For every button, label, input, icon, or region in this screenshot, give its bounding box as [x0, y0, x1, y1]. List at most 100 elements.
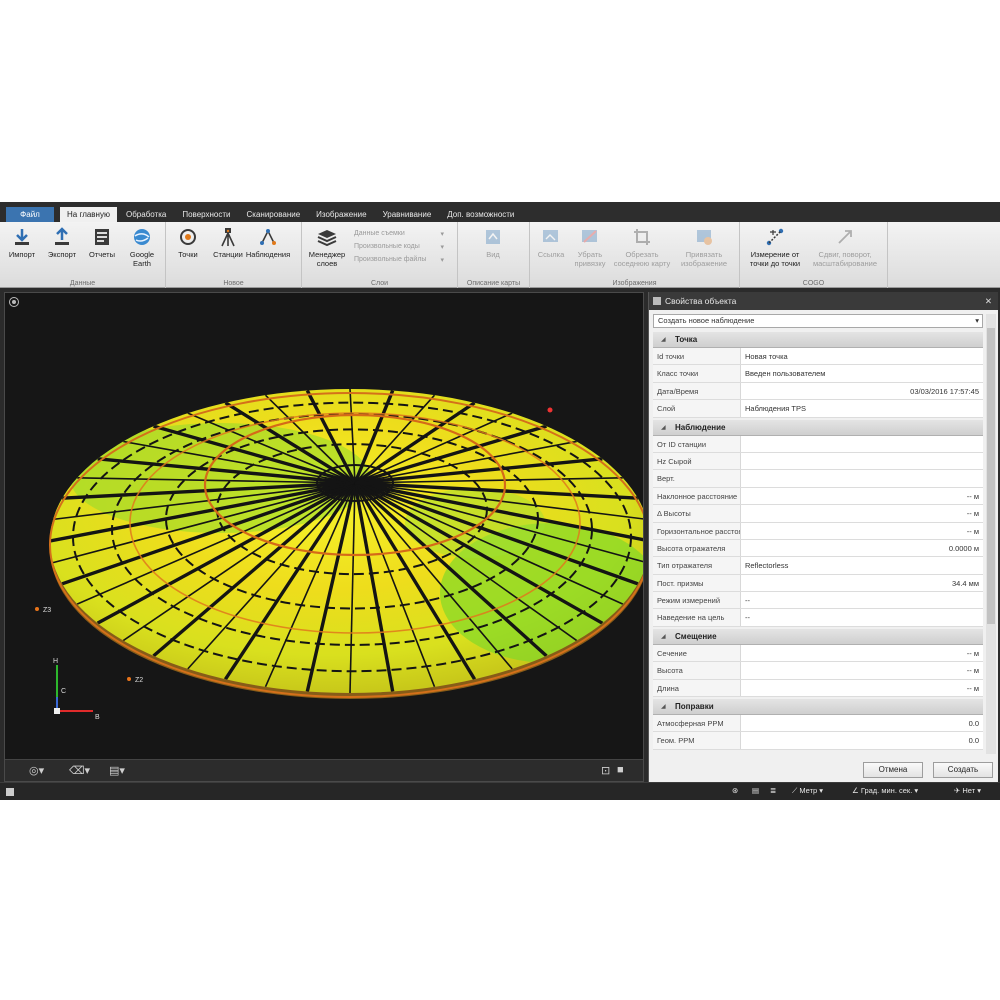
ribbon-group-new: Точки Станции Наблюдения Новое	[166, 222, 302, 288]
viewport-maximize-icon[interactable]: ■	[617, 764, 624, 776]
points-button[interactable]: Точки	[168, 224, 208, 288]
point-to-point-button[interactable]: Измерение от точки до точки	[742, 224, 808, 288]
export-button[interactable]: Экспорт	[42, 224, 82, 288]
camera-mode-icon[interactable]: ◎▾	[29, 764, 44, 777]
layer-filter-custom-files[interactable]: Произвольные файлы ▾	[354, 253, 444, 266]
eraser-icon[interactable]: ⌫▾	[69, 764, 90, 777]
property-value-field[interactable]: -- м	[741, 679, 983, 697]
ribbon-group-cogo: Измерение от точки до точки Сдвиг, повор…	[740, 222, 888, 288]
panel-scrollbar[interactable]	[986, 314, 996, 754]
axis-h-label: H	[53, 658, 58, 665]
property-value-field[interactable]: 0.0000 м	[741, 539, 983, 557]
layer-filter-custom-codes[interactable]: Произвольные коды ▾	[354, 240, 444, 253]
link-image-icon	[540, 226, 562, 248]
tab-scanning[interactable]: Сканирование	[240, 207, 308, 222]
property-value-field[interactable]	[741, 435, 983, 452]
create-button[interactable]: Создать	[933, 762, 993, 778]
report-icon	[91, 226, 113, 248]
property-label: Высота	[653, 662, 741, 679]
property-label: Сечение	[653, 644, 741, 662]
point-rows: Id точки Новая точка Класс точки Введен пол…	[653, 348, 983, 418]
property-value: Введен пользователем	[745, 369, 826, 379]
3d-viewport[interactable]: Z3 Z2 H C B ◎▾ ⌫▾ ▤▾ ⊡ ■	[4, 292, 644, 782]
property-value-field[interactable]: Reflectorless	[741, 557, 983, 574]
section-point[interactable]: Точка	[653, 332, 983, 348]
layers-status-icon[interactable]: ≣	[770, 786, 776, 795]
ribbon-group-data: Импорт Экспорт Отчеты Google Earth Данны…	[0, 222, 166, 288]
point-cloud-dome: Z3 Z2 H C B	[35, 389, 643, 721]
property-value-field[interactable]: -- м	[741, 505, 983, 522]
axis-triad: H C B	[53, 658, 100, 721]
tab-surfaces[interactable]: Поверхности	[175, 207, 237, 222]
property-row: Длина -- м	[653, 679, 983, 698]
property-value: Reflectorless	[745, 561, 789, 571]
layer-filter-list: Данные съемки ▾ Произвольные коды ▾ Произв…	[350, 224, 448, 288]
menu-bar: Файл На главную Обработка Поверхности Ск…	[0, 202, 1000, 222]
property-value-field[interactable]: 03/03/2016 17:57:45	[741, 382, 983, 400]
property-label: Тип отражателя	[653, 557, 741, 574]
property-value-field[interactable]: -- м	[741, 644, 983, 662]
property-value-field[interactable]: --	[741, 609, 983, 626]
google-earth-button[interactable]: Google Earth	[122, 224, 162, 288]
view-button[interactable]: Вид	[460, 224, 526, 288]
link-button[interactable]: Ссылка	[532, 224, 570, 288]
property-label: Дата/Время	[653, 382, 741, 400]
section-offset[interactable]: Смещение	[653, 628, 983, 645]
property-value-field[interactable]: 34.4 мм	[741, 574, 983, 592]
tab-extras[interactable]: Доп. возможности	[440, 207, 521, 222]
panel-title-bar: Свойства объекта ✕	[649, 292, 998, 310]
fit-view-icon[interactable]: ⊡	[601, 764, 610, 777]
attach-image-button[interactable]: Привязать изображение	[674, 224, 734, 288]
tab-image[interactable]: Изображение	[309, 207, 373, 222]
observation-type-select[interactable]: Создать новое наблюдение ▾	[653, 314, 983, 328]
property-value-right: 03/03/2016 17:57:45	[910, 386, 979, 396]
file-menu[interactable]: Файл	[6, 207, 54, 222]
property-value-field[interactable]: Наблюдения TPS	[741, 400, 983, 417]
cancel-button[interactable]: Отмена	[863, 762, 923, 778]
property-value-field[interactable]	[741, 470, 983, 487]
tab-home[interactable]: На главную	[60, 207, 117, 222]
angle-units-selector[interactable]: ∠ Град. мин. сек. ▾	[852, 786, 918, 795]
shift-rotate-scale-button[interactable]: Сдвиг, поворот, масштабирование	[808, 224, 882, 288]
map-view-icon	[482, 226, 504, 248]
file-icon[interactable]: ▤	[752, 786, 759, 795]
unlink-button[interactable]: Убрать привязку	[570, 224, 610, 288]
tab-adjustment[interactable]: Уравнивание	[376, 207, 439, 222]
property-value-field[interactable]: -- м	[741, 487, 983, 505]
tab-processing[interactable]: Обработка	[119, 207, 173, 222]
layer-filter-survey-data[interactable]: Данные съемки ▾	[354, 227, 444, 240]
property-row: Сечение -- м	[653, 644, 983, 663]
property-value-field[interactable]: Введен пользователем	[741, 365, 983, 382]
stations-button[interactable]: Станции	[208, 224, 248, 288]
display-mode-icon[interactable]: ▤▾	[109, 764, 125, 777]
property-value-field[interactable]: Новая точка	[741, 348, 983, 365]
property-value-field[interactable]: -- м	[741, 662, 983, 679]
marker-z2[interactable]	[127, 677, 131, 681]
property-value-field[interactable]: 0.0	[741, 715, 983, 732]
crop-map-button[interactable]: Обрезать соседнюю карту	[610, 224, 674, 288]
property-label: Пост. призмы	[653, 574, 741, 592]
property-row: Δ Высоты -- м	[653, 505, 983, 523]
property-value-field[interactable]: --	[741, 592, 983, 609]
property-value-right: -- м	[966, 526, 979, 536]
property-value-field[interactable]: 0.0	[741, 732, 983, 749]
snap-icon[interactable]: ⊛	[732, 786, 738, 795]
import-button[interactable]: Импорт	[2, 224, 42, 288]
marker-z3[interactable]	[35, 607, 39, 611]
units-selector[interactable]: ⟋ Метр ▾	[792, 786, 823, 796]
property-value-field[interactable]: -- м	[741, 522, 983, 539]
property-label: Высота отражателя	[653, 539, 741, 557]
projection-selector[interactable]: ✈ Нет ▾	[954, 786, 981, 795]
reports-button[interactable]: Отчеты	[82, 224, 122, 288]
close-icon[interactable]: ✕	[985, 292, 992, 310]
ribbon-group-map: Вид Описание карты	[458, 222, 530, 288]
section-observation[interactable]: Наблюдение	[653, 419, 983, 436]
property-row: Пост. призмы 34.4 мм	[653, 574, 983, 593]
property-label: Длина	[653, 679, 741, 697]
application-window: Файл На главную Обработка Поверхности Ск…	[0, 202, 1000, 800]
section-corrections[interactable]: Поправки	[653, 699, 983, 716]
observations-button[interactable]: Наблюдения	[246, 224, 290, 288]
property-value-field[interactable]	[741, 452, 983, 470]
scrollbar-thumb[interactable]	[987, 328, 995, 624]
layer-manager-button[interactable]: Менеджер слоев	[304, 224, 350, 288]
